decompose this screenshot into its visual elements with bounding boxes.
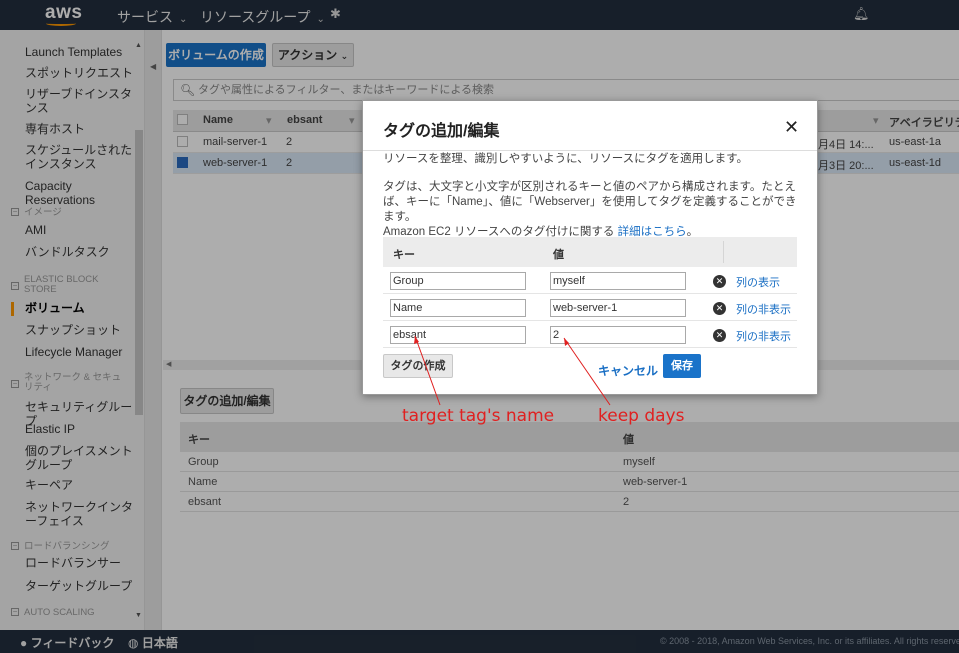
tag-edit-row: ✕ 列の表示 xyxy=(383,268,797,294)
tag-key-input[interactable] xyxy=(390,272,526,290)
annotation-tag-name: target tag's name xyxy=(402,406,555,426)
tag-edit-row: ✕ 列の非表示 xyxy=(383,322,797,348)
cancel-button[interactable]: キャンセル xyxy=(598,362,658,379)
edit-tags-dialog: タグの追加/編集 ✕ リソースを整理、識別しやすいように、リソースにタグを適用し… xyxy=(362,100,818,395)
tag-key-input[interactable] xyxy=(390,299,526,317)
remove-tag-icon[interactable]: ✕ xyxy=(713,275,726,288)
divider xyxy=(363,150,817,151)
save-button[interactable]: 保存 xyxy=(663,354,701,378)
tag-value-input[interactable] xyxy=(550,299,686,317)
tag-edit-row: ✕ 列の非表示 xyxy=(383,295,797,321)
divider xyxy=(723,241,724,263)
help-text-body: タグは、大文字と小文字が区別されるキーと値のペアから構成されます。たとえば、キー… xyxy=(383,181,797,223)
create-tag-button[interactable]: タグの作成 xyxy=(383,354,453,378)
dialog-title: タグの追加/編集 xyxy=(383,123,500,140)
tag-value-input[interactable] xyxy=(550,272,686,290)
column-toggle-link[interactable]: 列の表示 xyxy=(736,274,780,290)
column-toggle-link[interactable]: 列の非表示 xyxy=(736,328,791,344)
dialog-description: リソースを整理、識別しやすいように、リソースにタグを適用します。 xyxy=(383,153,749,165)
column-toggle-link[interactable]: 列の非表示 xyxy=(736,301,791,317)
dialog-help-text: タグは、大文字と小文字が区別されるキーと値のペアから構成されます。たとえば、キー… xyxy=(383,181,797,238)
annotation-keep-days: keep days xyxy=(598,406,685,426)
tag-key-input[interactable] xyxy=(390,326,526,344)
tags-edit-header: キー 値 xyxy=(383,237,797,267)
remove-tag-icon[interactable]: ✕ xyxy=(713,302,726,315)
remove-tag-icon[interactable]: ✕ xyxy=(713,329,726,342)
close-icon[interactable]: ✕ xyxy=(784,117,799,138)
column-header-value: 値 xyxy=(553,249,564,261)
tag-value-input[interactable] xyxy=(550,326,686,344)
column-header-key: キー xyxy=(393,249,415,261)
